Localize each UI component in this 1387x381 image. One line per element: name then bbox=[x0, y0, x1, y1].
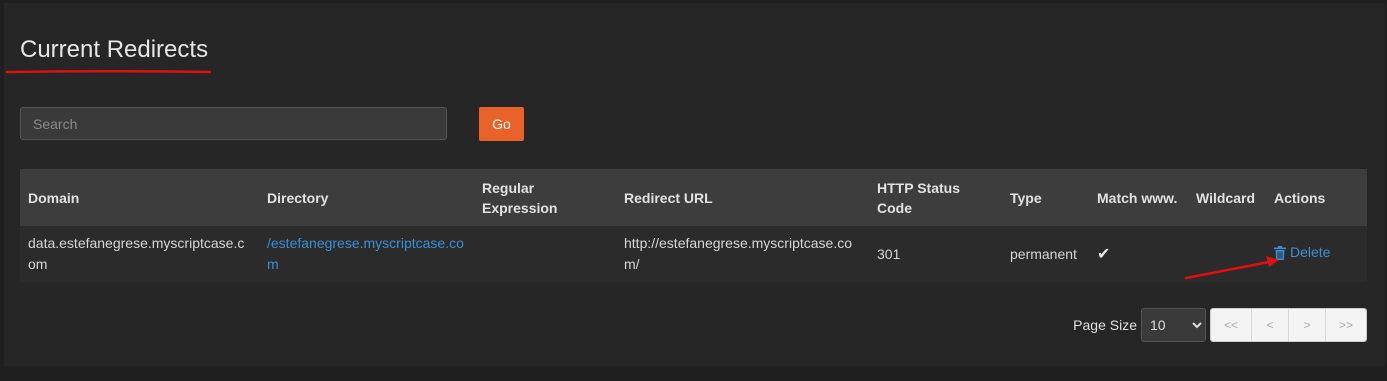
first-page-button[interactable]: << bbox=[1211, 309, 1252, 341]
table-header-row: Domain Directory Regular Expression Redi… bbox=[20, 169, 1367, 226]
cell-type: permanent bbox=[1010, 245, 1077, 262]
pagination: Page Size 10 << < > >> bbox=[1073, 308, 1367, 342]
page-size-label: Page Size bbox=[1073, 317, 1137, 333]
title-underline-annotation bbox=[6, 70, 211, 74]
directory-link[interactable]: /estefanegrese.myscriptcase.com bbox=[267, 235, 464, 272]
column-header-domain[interactable]: Domain bbox=[20, 169, 259, 226]
next-page-button[interactable]: > bbox=[1289, 309, 1326, 341]
column-header-match-www[interactable]: Match www. bbox=[1089, 169, 1188, 226]
cell-domain: data.estefanegrese.myscriptcase.com bbox=[28, 235, 245, 272]
redirects-table: Domain Directory Regular Expression Redi… bbox=[20, 169, 1367, 282]
last-page-button[interactable]: >> bbox=[1326, 309, 1366, 341]
column-header-http-status[interactable]: HTTP Status Code bbox=[869, 169, 1002, 226]
arrow-annotation bbox=[1184, 256, 1279, 280]
cell-redirect-url: http://estefanegrese.myscriptcase.com/ bbox=[624, 235, 852, 272]
cell-http-status: 301 bbox=[877, 245, 901, 262]
column-header-type[interactable]: Type bbox=[1002, 169, 1089, 226]
table-row: data.estefanegrese.myscriptcase.com /est… bbox=[20, 226, 1367, 282]
column-header-redirect-url[interactable]: Redirect URL bbox=[616, 169, 869, 226]
column-header-directory[interactable]: Directory bbox=[259, 169, 474, 226]
search-input[interactable] bbox=[20, 107, 447, 140]
check-icon: ✔ bbox=[1097, 245, 1111, 263]
column-header-regex[interactable]: Regular Expression bbox=[474, 169, 616, 226]
prev-page-button[interactable]: < bbox=[1252, 309, 1289, 341]
column-header-actions: Actions bbox=[1274, 189, 1326, 206]
column-header-wildcard[interactable]: Wildcard bbox=[1188, 169, 1266, 226]
delete-label: Delete bbox=[1290, 244, 1331, 261]
page-size-select[interactable]: 10 bbox=[1141, 308, 1206, 342]
go-button[interactable]: Go bbox=[479, 107, 524, 141]
page-title: Current Redirects bbox=[20, 36, 209, 63]
pager-buttons: << < > >> bbox=[1210, 308, 1367, 342]
cell-regex bbox=[474, 226, 616, 282]
